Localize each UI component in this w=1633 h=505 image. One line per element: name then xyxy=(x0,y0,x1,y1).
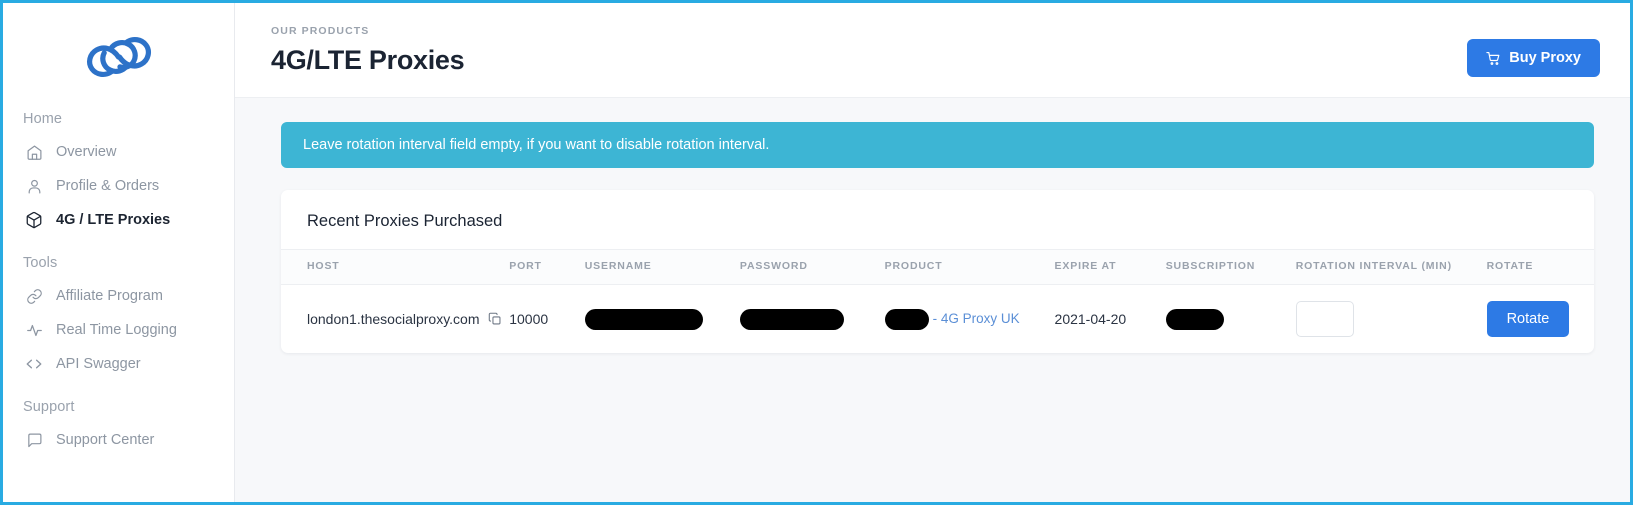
column-header-password: PASSWORD xyxy=(731,249,877,285)
activity-icon xyxy=(25,321,43,339)
sidebar-item-label: Affiliate Program xyxy=(56,287,163,304)
password-redacted-bar xyxy=(739,308,844,330)
home-icon xyxy=(25,143,43,161)
sidebar-item-real-time-logging[interactable]: Real Time Logging xyxy=(3,313,234,347)
sidebar-item-profile-orders[interactable]: Profile & Orders xyxy=(3,169,234,203)
card-title: Recent Proxies Purchased xyxy=(307,212,503,230)
rotation-info-banner: Leave rotation interval field empty, if … xyxy=(281,122,1594,168)
app-root: Home Overview Profile & Orders 4G / LTE … xyxy=(0,0,1633,505)
page-title: 4G/LTE Proxies xyxy=(271,45,465,75)
cell-rotate-action: Rotate xyxy=(1479,285,1594,354)
sidebar-item-label: Real Time Logging xyxy=(56,321,177,338)
cell-product: - 4G Proxy UK xyxy=(877,285,1047,354)
main-area: OUR PRODUCTS 4G/LTE Proxies Buy Proxy Le… xyxy=(235,3,1630,502)
sidebar-item-label: API Swagger xyxy=(56,355,141,372)
shopping-cart-icon xyxy=(1486,51,1501,66)
column-header-rotate: ROTATE xyxy=(1478,249,1594,285)
cell-port: 10000 xyxy=(509,311,549,327)
column-header-expire-at: EXPIRE AT xyxy=(1046,249,1158,285)
sidebar-item-label: 4G / LTE Proxies xyxy=(56,211,171,228)
sidebar-item-support-center[interactable]: Support Center xyxy=(3,423,234,457)
cell-subscription xyxy=(1158,285,1288,354)
column-header-username: USERNAME xyxy=(576,249,732,285)
sidebar-section-support-title: Support xyxy=(23,399,75,415)
sidebar-item-api-swagger[interactable]: API Swagger xyxy=(3,347,234,381)
product-link[interactable]: - 4G Proxy UK xyxy=(933,311,1020,326)
buy-proxy-button[interactable]: Buy Proxy xyxy=(1467,39,1600,77)
rotation-info-text: Leave rotation interval field empty, if … xyxy=(303,137,770,153)
sidebar-item-affiliate-program[interactable]: Affiliate Program xyxy=(3,279,234,313)
page-header: OUR PRODUCTS 4G/LTE Proxies Buy Proxy xyxy=(235,3,1630,98)
cell-host: london1.thesocialproxy.com xyxy=(281,285,501,354)
rotate-button[interactable]: Rotate xyxy=(1486,301,1570,337)
table-header: HOST PORT USERNAME PASSWORD PRODUCT EXPI… xyxy=(281,249,1594,285)
proxies-table: HOST PORT USERNAME PASSWORD PRODUCT EXPI… xyxy=(281,249,1594,353)
buy-proxy-label: Buy Proxy xyxy=(1509,50,1581,66)
sidebar-item-label: Overview xyxy=(56,143,117,160)
subscription-redacted-bar xyxy=(1165,308,1224,330)
sidebar-item-overview[interactable]: Overview xyxy=(3,135,234,169)
table-row: london1.thesocialproxy.com 10000 - 4G Pr… xyxy=(281,285,1594,354)
sidebar-section-tools-title: Tools xyxy=(23,255,58,271)
cell-username xyxy=(577,285,732,354)
cell-rotation-interval xyxy=(1288,285,1479,354)
recent-proxies-card: Recent Proxies Purchased HOST PORT USERN… xyxy=(281,190,1594,353)
product-redacted-bar xyxy=(884,308,929,330)
user-icon xyxy=(25,177,43,195)
username-redacted-bar xyxy=(584,308,703,330)
table-body: london1.thesocialproxy.com 10000 - 4G Pr… xyxy=(281,285,1594,354)
column-header-rotation-interval: ROTATION INTERVAL (MIN) xyxy=(1287,249,1479,285)
breadcrumb-eyebrow: OUR PRODUCTS xyxy=(271,25,370,37)
table-header-row: HOST PORT USERNAME PASSWORD PRODUCT EXPI… xyxy=(281,249,1594,285)
host-value: london1.thesocialproxy.com xyxy=(307,311,480,327)
brand-logo[interactable] xyxy=(3,21,234,93)
code-icon xyxy=(25,355,43,373)
box-icon xyxy=(25,211,43,229)
sidebar-item-4g-lte-proxies[interactable]: 4G / LTE Proxies xyxy=(3,203,234,237)
cell-password xyxy=(732,285,877,354)
sidebar: Home Overview Profile & Orders 4G / LTE … xyxy=(3,3,235,502)
column-header-subscription: SUBSCRIPTION xyxy=(1157,249,1288,285)
column-header-port: PORT xyxy=(501,249,577,285)
content-area: Leave rotation interval field empty, if … xyxy=(235,98,1630,502)
spiral-links-logo-icon xyxy=(82,30,156,84)
sidebar-item-label: Profile & Orders xyxy=(56,177,160,194)
column-header-host: HOST xyxy=(281,249,502,285)
sidebar-section-home-title: Home xyxy=(23,111,63,127)
column-header-product: PRODUCT xyxy=(876,249,1047,285)
page-header-titles: OUR PRODUCTS 4G/LTE Proxies xyxy=(271,25,465,76)
link-icon xyxy=(25,287,43,305)
copy-icon[interactable] xyxy=(488,312,502,326)
message-square-icon xyxy=(25,431,43,449)
cell-expire-at: 2021-04-20 xyxy=(1054,311,1127,327)
sidebar-item-label: Support Center xyxy=(56,431,155,448)
rotation-interval-input[interactable] xyxy=(1295,301,1354,337)
